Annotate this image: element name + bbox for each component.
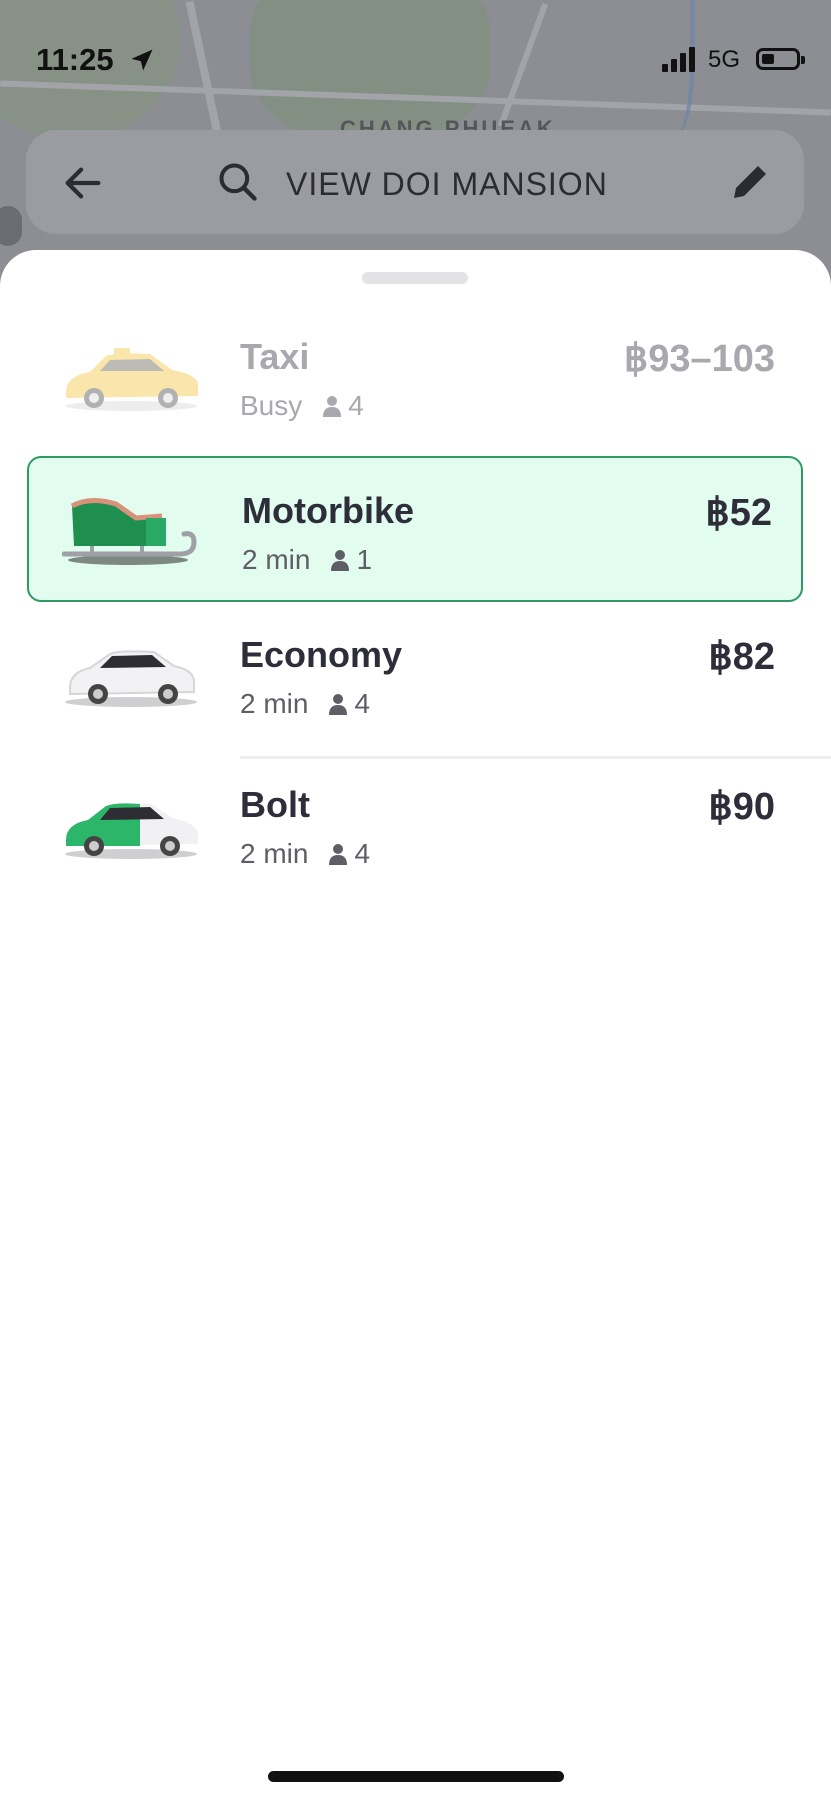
taxi-car-icon	[65, 348, 198, 411]
ride-options-sheet: Taxi Busy 4 ฿93–103 Motorbike 2 min 1 ฿5…	[0, 250, 831, 1800]
map-pin-icon	[0, 206, 22, 246]
cellular-signal-icon	[662, 47, 695, 72]
ride-option-name: Motorbike	[242, 490, 415, 531]
ride-option-price: ฿82	[708, 636, 775, 678]
destination-text[interactable]: VIEW DOI MANSION	[286, 166, 608, 203]
battery-icon	[756, 48, 805, 70]
ride-option-name: Taxi	[240, 336, 310, 377]
home-indicator[interactable]	[268, 1771, 564, 1782]
search-icon	[219, 163, 257, 201]
back-arrow-icon[interactable]	[60, 160, 106, 206]
person-icon	[331, 550, 350, 571]
person-icon	[329, 844, 348, 865]
destination-search-bar[interactable]: VIEW DOI MANSION	[26, 130, 804, 234]
ride-option-price: ฿52	[705, 492, 772, 534]
ride-option-price: ฿93–103	[624, 338, 775, 380]
ride-option-taxi[interactable]: Taxi Busy 4 ฿93–103	[0, 310, 831, 440]
sheet-grabber[interactable]	[362, 272, 468, 284]
ride-option-name: Economy	[240, 634, 403, 675]
person-icon	[323, 396, 342, 417]
ride-option-name: Bolt	[240, 784, 310, 825]
ride-option-meta: 2 min 4	[240, 838, 370, 870]
ride-option-bolt[interactable]: Bolt 2 min 4 ฿90	[0, 758, 831, 888]
network-type: 5G	[708, 46, 741, 73]
ride-option-eta: 2 min	[242, 544, 311, 575]
ride-option-motorbike[interactable]: Motorbike 2 min 1 ฿52	[27, 456, 803, 602]
ride-option-eta: 2 min	[240, 688, 309, 719]
status-time: 11:25	[36, 42, 114, 77]
sleigh-icon	[62, 498, 197, 565]
location-arrow-icon	[131, 49, 153, 71]
ride-option-seats: 4	[354, 838, 371, 869]
ride-option-seats: 4	[348, 390, 364, 421]
ride-option-seats: 4	[354, 688, 371, 719]
status-bar: 11:25 5G	[0, 0, 831, 120]
edit-pencil-icon[interactable]	[726, 158, 774, 206]
ride-option-seats: 1	[356, 544, 373, 575]
ride-option-eta: 2 min	[240, 838, 309, 869]
person-icon	[329, 694, 348, 715]
ride-option-economy[interactable]: Economy 2 min 4 ฿82	[0, 608, 831, 738]
white-car-icon	[65, 650, 197, 707]
ride-option-meta: Busy 4	[240, 390, 364, 422]
ride-option-meta: 2 min 4	[240, 688, 370, 720]
ride-option-eta: Busy	[240, 390, 303, 421]
ride-option-meta: 2 min 1	[242, 544, 372, 576]
ride-option-price: ฿90	[708, 786, 775, 828]
green-car-icon	[65, 803, 198, 859]
